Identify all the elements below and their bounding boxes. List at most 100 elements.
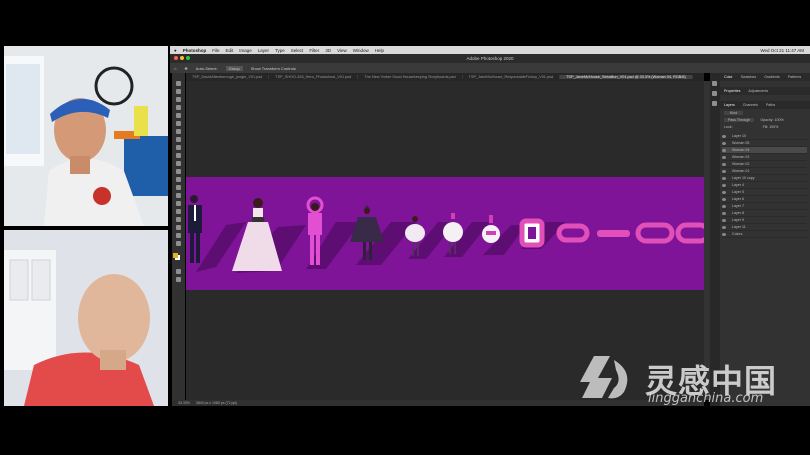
visibility-eye-icon[interactable] (722, 183, 726, 187)
apple-icon[interactable]: ● (174, 48, 177, 53)
minimize-window-icon[interactable] (180, 56, 184, 60)
gradient-tool-icon[interactable] (176, 177, 181, 182)
tab-document-4[interactable]: TSP_JaneMcHouse_RespectableFictory_V01.p… (463, 75, 561, 79)
tab-color[interactable]: Color (724, 75, 733, 79)
artboard[interactable] (186, 177, 711, 290)
visibility-eye-icon[interactable] (722, 155, 726, 159)
tab-document-2[interactable]: TSP_SHOO-326_Hero_Photoshoot_V01.psd (269, 75, 359, 79)
move-tool-icon[interactable]: ✥ (184, 66, 187, 71)
visibility-eye-icon[interactable] (722, 169, 726, 173)
tab-layers[interactable]: Layers (724, 103, 735, 107)
menu-filter[interactable]: Filter (309, 48, 319, 53)
quick-mask-icon[interactable] (176, 269, 181, 274)
layer-row[interactable]: Layer 10 copy (722, 175, 807, 182)
crop-tool-icon[interactable] (176, 113, 181, 118)
visibility-eye-icon[interactable] (722, 162, 726, 166)
visibility-eye-icon[interactable] (722, 197, 726, 201)
layer-row[interactable]: Layer 8 (722, 210, 807, 217)
lasso-tool-icon[interactable] (176, 97, 181, 102)
history-brush-icon[interactable] (176, 161, 181, 166)
layer-row[interactable]: Layer 6 (722, 196, 807, 203)
layer-row[interactable]: Woman 03 (722, 154, 807, 161)
zoom-level[interactable]: 33.33% (178, 401, 190, 405)
visibility-eye-icon[interactable] (722, 204, 726, 208)
dodge-tool-icon[interactable] (176, 193, 181, 198)
actions-panel-icon[interactable] (712, 91, 717, 96)
eraser-tool-icon[interactable] (176, 169, 181, 174)
auto-select-dropdown[interactable]: Group (225, 65, 243, 71)
path-select-tool-icon[interactable] (176, 217, 181, 222)
close-window-icon[interactable] (174, 56, 178, 60)
tab-channels[interactable]: Channels (743, 103, 758, 107)
visibility-eye-icon[interactable] (722, 211, 726, 215)
layer-row[interactable]: Layer 10 (722, 133, 807, 140)
visibility-eye-icon[interactable] (722, 190, 726, 194)
tab-document-active[interactable]: TSP_JaneMcHouse_Seballion_V01.psd @ 33.3… (560, 75, 693, 79)
tab-patterns[interactable]: Patterns (788, 75, 801, 79)
blur-tool-icon[interactable] (176, 185, 181, 190)
brush-tool-icon[interactable] (176, 145, 181, 150)
tab-document-3[interactable]: The New Yorker Good Housekeeping Storybo… (358, 75, 463, 79)
tab-gradients[interactable]: Gradients (764, 75, 780, 79)
kind-filter-dropdown[interactable]: Kind (724, 110, 744, 115)
layer-row[interactable]: Layer 9 (722, 217, 807, 224)
brushes-panel-icon[interactable] (712, 101, 717, 106)
frame-tool-icon[interactable] (176, 121, 181, 126)
stamp-tool-icon[interactable] (176, 153, 181, 158)
type-tool-icon[interactable] (176, 209, 181, 214)
menu-view[interactable]: View (337, 48, 347, 53)
menu-layer[interactable]: Layer (258, 48, 269, 53)
fill-field[interactable]: Fill: 100% (763, 125, 779, 129)
layer-row[interactable]: Layer 11 (722, 224, 807, 231)
tab-properties[interactable]: Properties (724, 89, 740, 93)
layer-row[interactable]: Layer 7 (722, 203, 807, 210)
auto-select-label[interactable]: Auto-Select: (196, 66, 218, 71)
shape-tool-icon[interactable] (176, 225, 181, 230)
visibility-eye-icon[interactable] (722, 225, 726, 229)
blend-mode-dropdown[interactable]: Pass Through (724, 117, 755, 122)
menu-type[interactable]: Type (275, 48, 285, 53)
healing-tool-icon[interactable] (176, 137, 181, 142)
visibility-eye-icon[interactable] (722, 141, 726, 145)
tab-adjustments[interactable]: Adjustments (748, 89, 768, 93)
tab-document-1[interactable]: TSP_DavidAttenborough_jungle_V01.psd (186, 75, 270, 79)
layer-row[interactable]: Woman 02 (722, 161, 807, 168)
home-icon[interactable]: ⌂ (174, 66, 176, 71)
tab-swatches[interactable]: Swatches (741, 75, 757, 79)
visibility-eye-icon[interactable] (722, 134, 726, 138)
opacity-field[interactable]: Opacity: 100% (760, 118, 783, 122)
menu-edit[interactable]: Edit (225, 48, 233, 53)
menu-photoshop[interactable]: Photoshop (183, 48, 207, 53)
hand-tool-icon[interactable] (176, 233, 181, 238)
zoom-window-icon[interactable] (186, 56, 190, 60)
show-transform-checkbox[interactable]: Show Transform Controls (251, 66, 296, 71)
pen-tool-icon[interactable] (176, 201, 181, 206)
menubar-clock[interactable]: Wed Oct 21 11:47 AM (760, 48, 804, 53)
visibility-eye-icon[interactable] (722, 218, 726, 222)
menu-select[interactable]: Select (291, 48, 304, 53)
layer-row[interactable]: Woman 05 (722, 140, 807, 147)
layer-row-selected[interactable]: Woman 04 (722, 147, 807, 154)
move-tool-icon[interactable] (176, 81, 181, 86)
visibility-eye-icon[interactable] (722, 148, 726, 152)
menu-help[interactable]: Help (375, 48, 384, 53)
layer-row[interactable]: Woman 01 (722, 168, 807, 175)
visibility-eye-icon[interactable] (722, 176, 726, 180)
magic-wand-tool-icon[interactable] (176, 105, 181, 110)
menu-window[interactable]: Window (353, 48, 369, 53)
menu-3d[interactable]: 3D (325, 48, 331, 53)
tab-paths[interactable]: Paths (766, 103, 775, 107)
visibility-eye-icon[interactable] (722, 232, 726, 236)
presenter-video-1 (4, 46, 168, 226)
layer-row[interactable]: Colors (722, 231, 807, 238)
foreground-color-swatch[interactable] (173, 253, 178, 258)
marquee-tool-icon[interactable] (176, 89, 181, 94)
layer-row[interactable]: Layer 4 (722, 182, 807, 189)
screen-mode-icon[interactable] (176, 277, 181, 282)
zoom-tool-icon[interactable] (176, 241, 181, 246)
layer-row[interactable]: Layer 5 (722, 189, 807, 196)
eyedropper-tool-icon[interactable] (176, 129, 181, 134)
menu-image[interactable]: Image (239, 48, 252, 53)
menu-file[interactable]: File (212, 48, 219, 53)
history-panel-icon[interactable] (712, 81, 717, 86)
